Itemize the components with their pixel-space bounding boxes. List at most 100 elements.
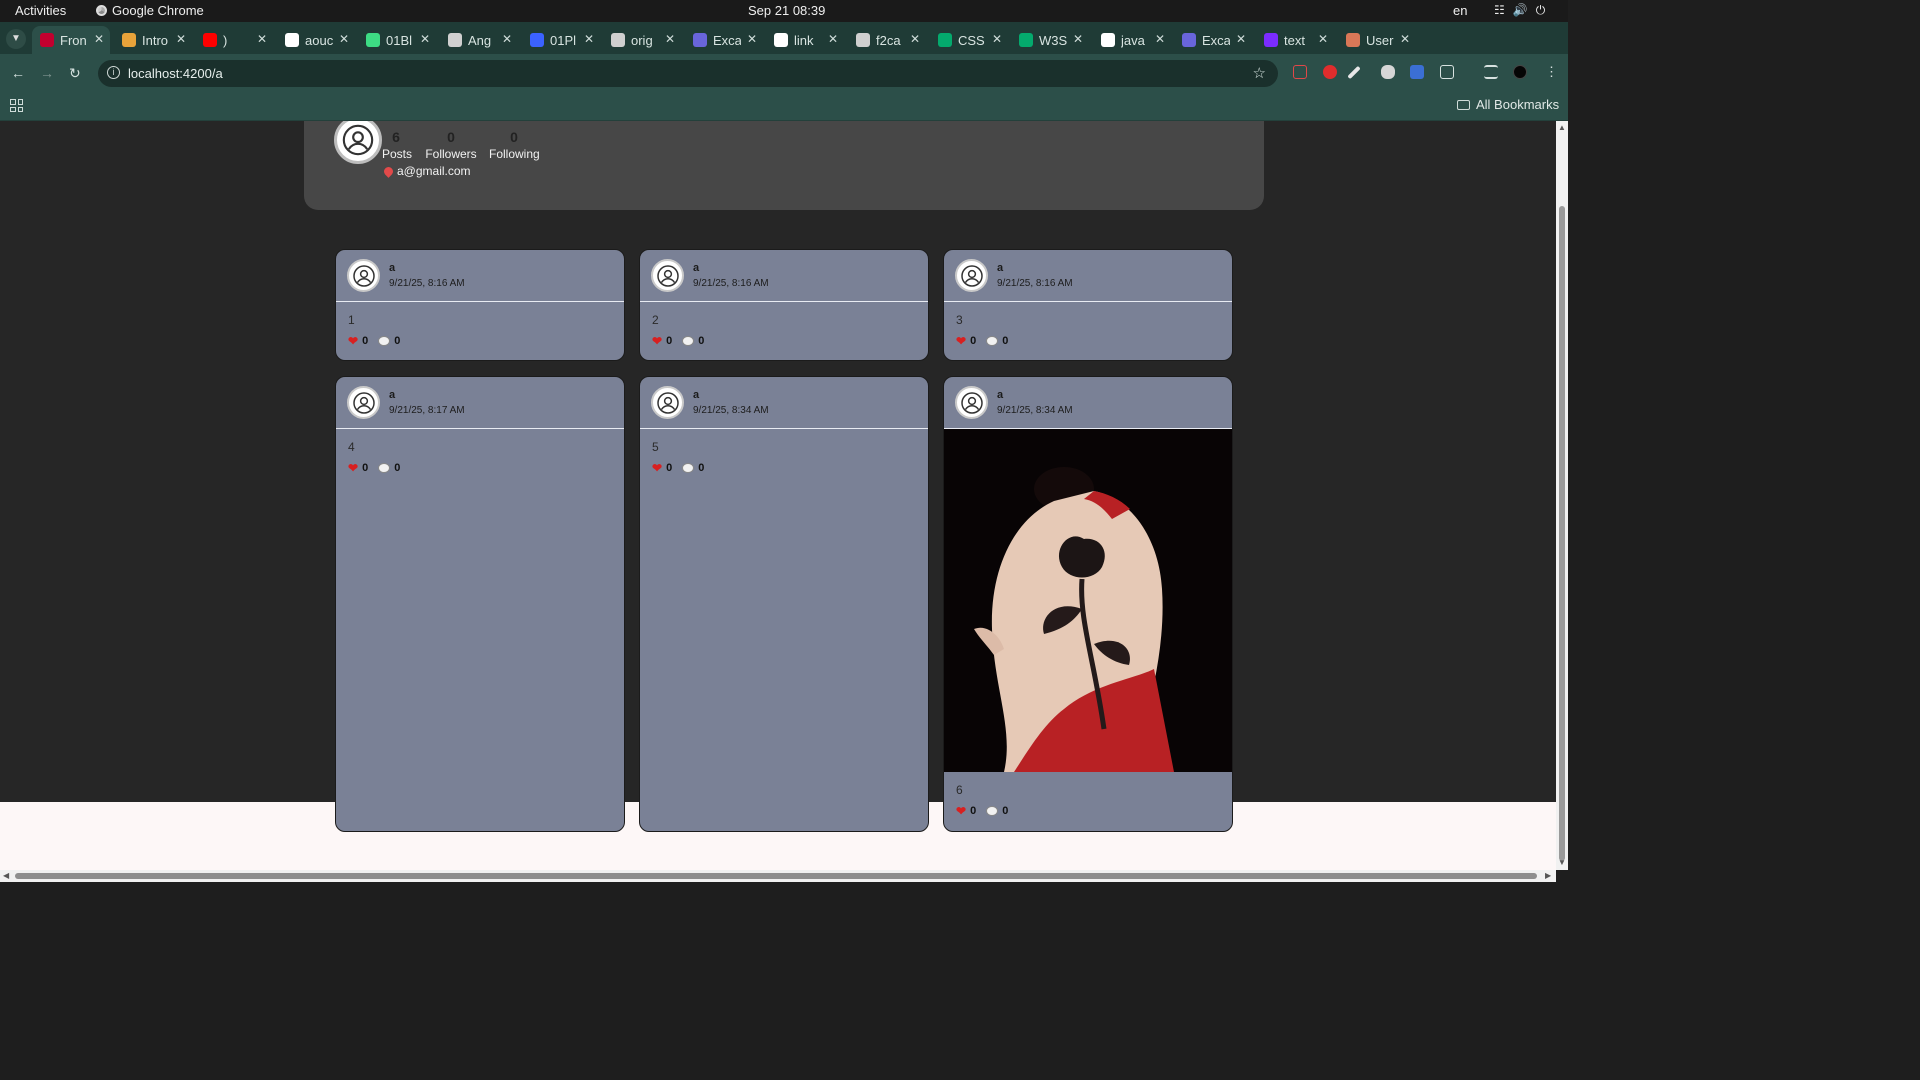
- scroll-right-icon[interactable]: ▶: [1545, 871, 1551, 880]
- heart-icon[interactable]: ❤: [348, 334, 358, 348]
- address-bar[interactable]: i localhost:4200/a ☆: [98, 60, 1278, 87]
- post-avatar-icon[interactable]: [347, 259, 380, 292]
- heart-icon[interactable]: ❤: [652, 461, 662, 475]
- back-icon[interactable]: ←: [11, 65, 25, 81]
- tab-close-icon[interactable]: ✕: [828, 32, 838, 46]
- tab-close-icon[interactable]: ✕: [502, 32, 512, 46]
- post-avatar-icon[interactable]: [955, 259, 988, 292]
- post-card[interactable]: a 9/21/25, 8:34 AM 6 ❤ 0 0: [943, 376, 1233, 832]
- tab-close-icon[interactable]: ✕: [1073, 32, 1083, 46]
- post-card[interactable]: a 9/21/25, 8:34 AM 5 ❤ 0 0: [639, 376, 929, 832]
- forward-icon[interactable]: →: [40, 65, 54, 81]
- heart-icon[interactable]: ❤: [956, 804, 966, 818]
- tab-close-icon[interactable]: ✕: [665, 32, 675, 46]
- activities-button[interactable]: Activities: [15, 3, 66, 18]
- app-menu[interactable]: Google Chrome: [96, 3, 204, 18]
- post-card[interactable]: a 9/21/25, 8:16 AM 1 ❤ 0 0: [335, 249, 625, 361]
- scroll-down-icon[interactable]: ▼: [1558, 858, 1566, 867]
- post-username[interactable]: a: [997, 262, 1003, 274]
- post-avatar-icon[interactable]: [651, 259, 684, 292]
- tab-close-icon[interactable]: ✕: [257, 32, 267, 46]
- url-text[interactable]: localhost:4200/a: [128, 66, 223, 81]
- apps-grid-icon[interactable]: [10, 99, 23, 112]
- browser-tab[interactable]: Ang ✕: [440, 26, 518, 54]
- post-card[interactable]: a 9/21/25, 8:16 AM 2 ❤ 0 0: [639, 249, 929, 361]
- browser-tab[interactable]: 01Pl ✕: [522, 26, 600, 54]
- browser-tab[interactable]: aouc ✕: [277, 26, 355, 54]
- heart-icon[interactable]: ❤: [348, 461, 358, 475]
- tab-close-icon[interactable]: ✕: [94, 32, 104, 46]
- site-info-icon[interactable]: i: [107, 66, 120, 79]
- comment-icon[interactable]: [682, 336, 695, 346]
- stat-following[interactable]: 0 Following: [489, 129, 540, 161]
- extension-record-icon[interactable]: [1323, 65, 1337, 79]
- post-username[interactable]: a: [389, 389, 395, 401]
- media-control-icon[interactable]: [1484, 65, 1498, 79]
- horizontal-scroll-thumb[interactable]: [15, 873, 1537, 879]
- horizontal-scrollbar[interactable]: ◀ ▶: [0, 870, 1556, 882]
- stat-posts[interactable]: 6 Posts: [382, 129, 412, 161]
- clock[interactable]: Sep 21 08:39: [748, 3, 825, 18]
- vertical-scroll-thumb[interactable]: [1559, 206, 1565, 861]
- comment-icon[interactable]: [986, 806, 999, 816]
- comment-icon[interactable]: [378, 463, 391, 473]
- post-username[interactable]: a: [693, 389, 699, 401]
- browser-tab[interactable]: orig ✕: [603, 26, 681, 54]
- post-avatar-icon[interactable]: [651, 386, 684, 419]
- tab-search-button[interactable]: ▼: [6, 29, 26, 49]
- browser-tab[interactable]: 01Bl ✕: [358, 26, 436, 54]
- post-avatar-icon[interactable]: [347, 386, 380, 419]
- browser-tab[interactable]: text ✕: [1256, 26, 1334, 54]
- post-image[interactable]: [944, 429, 1232, 772]
- all-bookmarks-button[interactable]: All Bookmarks: [1457, 97, 1559, 112]
- post-card[interactable]: a 9/21/25, 8:16 AM 3 ❤ 0 0: [943, 249, 1233, 361]
- extension-glasses-icon[interactable]: [1381, 65, 1395, 79]
- scroll-left-icon[interactable]: ◀: [3, 871, 9, 880]
- tab-close-icon[interactable]: ✕: [339, 32, 349, 46]
- tab-close-icon[interactable]: ✕: [1155, 32, 1165, 46]
- cast-icon[interactable]: [1293, 65, 1307, 79]
- tab-close-icon[interactable]: ✕: [584, 32, 594, 46]
- browser-tab[interactable]: ) ✕: [195, 26, 273, 54]
- browser-tab[interactable]: java ✕: [1093, 26, 1171, 54]
- reload-icon[interactable]: ↻: [69, 65, 81, 82]
- comment-icon[interactable]: [986, 336, 999, 346]
- extension-translate-icon[interactable]: [1410, 65, 1424, 79]
- comment-icon[interactable]: [682, 463, 695, 473]
- vertical-scrollbar[interactable]: ▲ ▼: [1556, 121, 1568, 870]
- stat-following-label: Following: [489, 147, 540, 161]
- browser-tab[interactable]: CSS ✕: [930, 26, 1008, 54]
- browser-tab[interactable]: f2ca ✕: [848, 26, 926, 54]
- heart-icon[interactable]: ❤: [652, 334, 662, 348]
- tab-close-icon[interactable]: ✕: [992, 32, 1002, 46]
- system-tray[interactable]: ☷ 🔊 ⏻: [1494, 3, 1545, 18]
- tab-close-icon[interactable]: ✕: [1236, 32, 1246, 46]
- browser-tab[interactable]: W3S ✕: [1011, 26, 1089, 54]
- tab-close-icon[interactable]: ✕: [176, 32, 186, 46]
- language-indicator[interactable]: en: [1453, 3, 1467, 18]
- extensions-puzzle-icon[interactable]: [1440, 65, 1454, 79]
- post-avatar-icon[interactable]: [955, 386, 988, 419]
- scroll-up-icon[interactable]: ▲: [1558, 123, 1566, 132]
- stat-followers[interactable]: 0 Followers: [425, 129, 477, 161]
- heart-icon[interactable]: ❤: [956, 334, 966, 348]
- browser-tab[interactable]: Fron ✕: [32, 26, 110, 54]
- tab-close-icon[interactable]: ✕: [420, 32, 430, 46]
- browser-tab[interactable]: Exca ✕: [1174, 26, 1252, 54]
- chrome-menu-icon[interactable]: ⋮: [1545, 65, 1559, 79]
- bookmark-star-icon[interactable]: ☆: [1253, 64, 1266, 82]
- profile-avatar[interactable]: [1513, 65, 1527, 79]
- tab-close-icon[interactable]: ✕: [747, 32, 757, 46]
- post-username[interactable]: a: [693, 262, 699, 274]
- browser-tab[interactable]: link ✕: [766, 26, 844, 54]
- tab-close-icon[interactable]: ✕: [910, 32, 920, 46]
- post-username[interactable]: a: [389, 262, 395, 274]
- browser-tab[interactable]: User ✕: [1338, 26, 1416, 54]
- browser-tab[interactable]: Intro ✕: [114, 26, 192, 54]
- post-username[interactable]: a: [997, 389, 1003, 401]
- tab-close-icon[interactable]: ✕: [1400, 32, 1410, 46]
- tab-close-icon[interactable]: ✕: [1318, 32, 1328, 46]
- post-card[interactable]: a 9/21/25, 8:17 AM 4 ❤ 0 0: [335, 376, 625, 832]
- comment-icon[interactable]: [378, 336, 391, 346]
- browser-tab[interactable]: Exca ✕: [685, 26, 763, 54]
